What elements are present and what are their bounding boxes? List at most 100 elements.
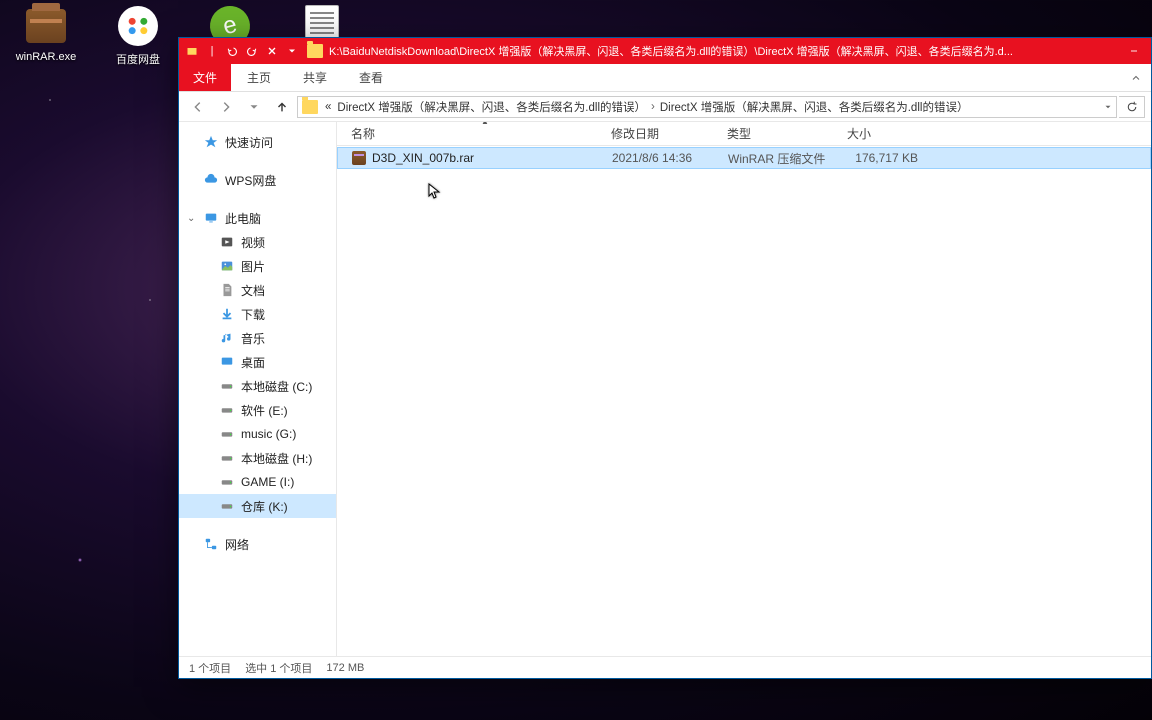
nav-wps[interactable]: WPS网盘 [179, 168, 336, 192]
nav-music[interactable]: 音乐 [179, 326, 336, 350]
column-header-name[interactable]: ▲ 名称 [351, 125, 611, 142]
app-icon[interactable] [183, 42, 201, 60]
address-bar: « DirectX 增强版（解决黑屏、闪退、各类后缀名为.dll的错误） › D… [179, 92, 1151, 122]
baidu-icon [118, 6, 158, 46]
video-icon [219, 234, 235, 250]
redo-button[interactable] [243, 42, 261, 60]
file-name: D3D_XIN_007b.rar [372, 151, 474, 165]
nav-network[interactable]: 网络 [179, 532, 336, 556]
status-item-count: 1 个项目 [189, 660, 231, 676]
breadcrumb-prefix[interactable]: « [322, 101, 334, 113]
column-header-size[interactable]: 大小 [847, 125, 927, 142]
nav-label: WPS网盘 [225, 172, 276, 189]
minimize-button[interactable] [1117, 39, 1151, 63]
delete-button[interactable] [263, 42, 281, 60]
refresh-button[interactable] [1119, 96, 1145, 118]
rar-file-icon [352, 151, 366, 165]
drive-icon [219, 426, 235, 442]
nav-drive-k[interactable]: 仓库 (K:) [179, 494, 336, 518]
nav-label: 视频 [241, 234, 265, 251]
cloud-icon [203, 172, 219, 188]
nav-drive-g[interactable]: music (G:) [179, 422, 336, 446]
navigation-pane[interactable]: 快速访问 WPS网盘 ⌄ 此电脑 视频 图片 文档 下载 音乐 [179, 122, 337, 656]
qat-separator: | [203, 42, 221, 60]
address-dropdown[interactable] [1098, 97, 1116, 117]
nav-label: 音乐 [241, 330, 265, 347]
nav-label: 本地磁盘 (C:) [241, 378, 312, 395]
ribbon: 文件 主页 共享 查看 [179, 64, 1151, 92]
file-date: 2021/8/6 14:36 [612, 151, 728, 165]
file-type: WinRAR 压缩文件 [728, 150, 848, 167]
nav-desktop[interactable]: 桌面 [179, 350, 336, 374]
download-icon [219, 306, 235, 322]
drive-icon [219, 378, 235, 394]
nav-quick-access[interactable]: 快速访问 [179, 130, 336, 154]
titlebar[interactable]: | K:\BaiduNetdiskDownload\DirectX 增强版（解决… [179, 38, 1151, 64]
breadcrumb-part[interactable]: DirectX 增强版（解决黑屏、闪退、各类后缀名为.dll的错误） [657, 99, 972, 115]
up-button[interactable] [269, 95, 295, 119]
status-selected-count: 选中 1 个项目 [245, 660, 312, 676]
nav-label: 文档 [241, 282, 265, 299]
column-header-type[interactable]: 类型 [727, 125, 847, 142]
nav-label: 图片 [241, 258, 265, 275]
winrar-icon [26, 9, 66, 43]
computer-icon [203, 210, 219, 226]
status-selected-size: 172 MB [326, 662, 364, 674]
forward-button[interactable] [213, 95, 239, 119]
desktop-icon [219, 354, 235, 370]
nav-pictures[interactable]: 图片 [179, 254, 336, 278]
chevron-right-icon: › [649, 101, 657, 113]
nav-label: 软件 (E:) [241, 402, 288, 419]
folder-icon [302, 100, 318, 114]
recent-dropdown[interactable] [241, 95, 267, 119]
status-bar: 1 个项目 选中 1 个项目 172 MB [179, 656, 1151, 678]
ribbon-tab-view[interactable]: 查看 [343, 64, 399, 91]
ribbon-file-tab[interactable]: 文件 [179, 64, 231, 91]
column-headers: ▲ 名称 修改日期 类型 大小 [337, 122, 1151, 146]
address-box[interactable]: « DirectX 增强版（解决黑屏、闪退、各类后缀名为.dll的错误） › D… [297, 96, 1117, 118]
column-header-date[interactable]: 修改日期 [611, 125, 727, 142]
nav-label: 快速访问 [225, 134, 273, 151]
nav-videos[interactable]: 视频 [179, 230, 336, 254]
breadcrumb-part[interactable]: DirectX 增强版（解决黑屏、闪退、各类后缀名为.dll的错误） [334, 99, 649, 115]
nav-label: GAME (I:) [241, 475, 294, 489]
undo-button[interactable] [223, 42, 241, 60]
quick-access-toolbar: | [183, 42, 301, 60]
drive-icon [219, 402, 235, 418]
nav-label: 网络 [225, 536, 249, 553]
file-list[interactable]: D3D_XIN_007b.rar 2021/8/6 14:36 WinRAR 压… [337, 146, 1151, 656]
nav-label: 本地磁盘 (H:) [241, 450, 312, 467]
nav-downloads[interactable]: 下载 [179, 302, 336, 326]
nav-this-pc[interactable]: ⌄ 此电脑 [179, 206, 336, 230]
nav-drive-h[interactable]: 本地磁盘 (H:) [179, 446, 336, 470]
qat-dropdown[interactable] [283, 42, 301, 60]
ribbon-tab-home[interactable]: 主页 [231, 64, 287, 91]
desktop-icon-winrar[interactable]: winRAR.exe [14, 4, 78, 67]
music-icon [219, 330, 235, 346]
file-size: 176,717 KB [848, 151, 928, 165]
network-icon [203, 536, 219, 552]
star-icon [203, 134, 219, 150]
ribbon-tab-share[interactable]: 共享 [287, 64, 343, 91]
desktop-icon-label: 百度网盘 [116, 51, 160, 67]
back-button[interactable] [185, 95, 211, 119]
nav-documents[interactable]: 文档 [179, 278, 336, 302]
desktop-icon-label: winRAR.exe [16, 51, 77, 63]
ribbon-collapse-button[interactable] [1121, 64, 1151, 91]
folder-icon [307, 44, 323, 58]
nav-drive-c[interactable]: 本地磁盘 (C:) [179, 374, 336, 398]
file-row[interactable]: D3D_XIN_007b.rar 2021/8/6 14:36 WinRAR 压… [337, 147, 1151, 169]
window-title: K:\BaiduNetdiskDownload\DirectX 增强版（解决黑屏… [329, 43, 1117, 59]
picture-icon [219, 258, 235, 274]
nav-label: 下载 [241, 306, 265, 323]
explorer-window: | K:\BaiduNetdiskDownload\DirectX 增强版（解决… [178, 37, 1152, 679]
nav-drive-i[interactable]: GAME (I:) [179, 470, 336, 494]
nav-label: music (G:) [241, 427, 296, 441]
nav-label: 桌面 [241, 354, 265, 371]
desktop-icon-baidu[interactable]: 百度网盘 [106, 4, 170, 67]
drive-icon [219, 474, 235, 490]
nav-drive-e[interactable]: 软件 (E:) [179, 398, 336, 422]
drive-icon [219, 498, 235, 514]
file-list-area: ▲ 名称 修改日期 类型 大小 D3D_XIN_007b.rar 2021/8/… [337, 122, 1151, 656]
chevron-down-icon[interactable]: ⌄ [187, 213, 195, 224]
